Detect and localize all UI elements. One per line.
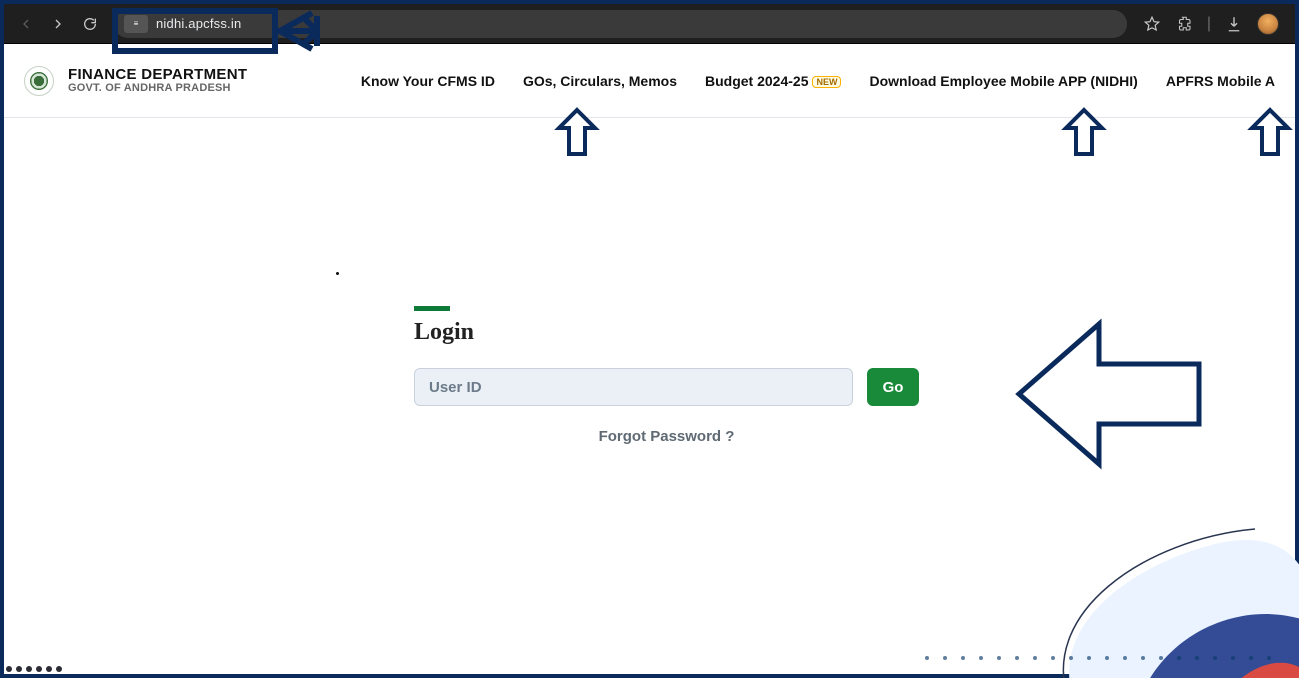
nav-apfrs-mobile[interactable]: APFRS Mobile A [1166,73,1275,89]
login-panel: Login Go Forgot Password ? [414,306,919,445]
nav-gos-circulars-memos[interactable]: GOs, Circulars, Memos [523,73,677,89]
extensions-icon[interactable] [1175,15,1193,33]
back-button[interactable] [14,12,38,36]
new-badge: NEW [812,76,841,88]
stray-dot [336,272,339,275]
nav-know-your-cfms-id[interactable]: Know Your CFMS ID [361,73,495,89]
forgot-password-link[interactable]: Forgot Password ? [414,428,919,445]
bookmark-star-icon[interactable] [1143,15,1161,33]
profile-avatar[interactable] [1257,13,1279,35]
forward-button[interactable] [46,12,70,36]
annotation-arrow-address-bar [112,8,342,59]
nav-budget-2024-25[interactable]: Budget 2024-25NEW [705,73,841,89]
annotation-arrow-nav-apfrs [1242,104,1298,165]
top-nav: Know Your CFMS ID GOs, Circulars, Memos … [361,73,1275,89]
chrome-right: | [1143,13,1279,35]
download-icon[interactable] [1225,15,1243,33]
userid-input[interactable] [414,368,853,406]
bottom-left-dots [6,666,62,672]
brand-text: FINANCE DEPARTMENT GOVT. OF ANDHRA PRADE… [68,67,247,94]
go-button[interactable]: Go [867,368,919,406]
annotation-arrow-nav-cfms [549,104,605,165]
login-heading: Login [414,319,919,346]
brand-title: FINANCE DEPARTMENT [68,67,247,83]
reload-button[interactable] [78,12,102,36]
annotation-arrow-login [1009,309,1209,484]
brand-subtitle: GOVT. OF ANDHRA PRADESH [68,83,247,95]
dot-row [925,656,1271,660]
heading-accent [414,306,450,311]
decorative-blob [1015,484,1299,678]
govt-emblem-icon [24,66,54,96]
annotation-arrow-nav-nidhi [1056,104,1112,165]
nav-download-nidhi-app[interactable]: Download Employee Mobile APP (NIDHI) [869,73,1137,89]
separator: | [1207,15,1211,33]
